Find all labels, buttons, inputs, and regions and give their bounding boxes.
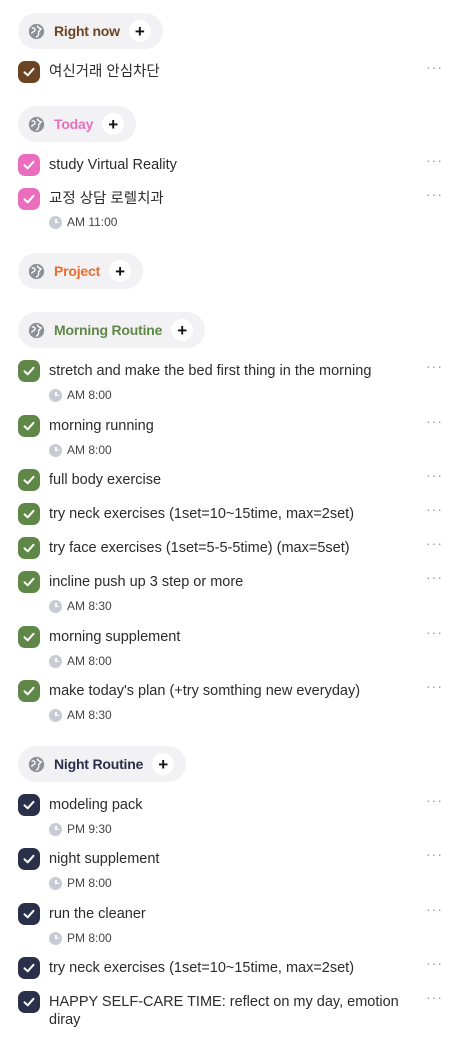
- check-icon[interactable]: [18, 680, 40, 702]
- todo-time: AM 8:00: [49, 443, 112, 457]
- more-icon[interactable]: ···: [426, 501, 443, 517]
- category-label: Night Routine: [54, 756, 144, 772]
- check-icon[interactable]: [18, 903, 40, 925]
- more-icon[interactable]: ···: [426, 846, 443, 862]
- todo-time: AM 8:00: [49, 654, 112, 668]
- check-icon[interactable]: [18, 154, 40, 176]
- todo-title[interactable]: try neck exercises (1set=10~15time, max=…: [49, 505, 404, 523]
- more-icon[interactable]: ···: [426, 358, 443, 374]
- clock-icon: [49, 931, 62, 945]
- add-todo-button[interactable]: +: [152, 753, 175, 775]
- more-icon[interactable]: ···: [426, 186, 443, 202]
- todo-time: AM 8:30: [49, 708, 112, 722]
- todo-title[interactable]: morning running: [49, 417, 404, 435]
- more-icon[interactable]: ···: [426, 467, 443, 483]
- check-icon[interactable]: [18, 991, 40, 1013]
- more-icon[interactable]: ···: [426, 901, 443, 917]
- category-label: Right now: [54, 23, 120, 39]
- todo-time: PM 8:00: [49, 931, 112, 945]
- more-icon[interactable]: ···: [426, 535, 443, 551]
- more-icon[interactable]: ···: [426, 152, 443, 168]
- more-icon[interactable]: ···: [426, 624, 443, 640]
- clock-icon: [49, 215, 62, 229]
- todo-title[interactable]: HAPPY SELF-CARE TIME: reflect on my day,…: [49, 993, 404, 1029]
- more-icon[interactable]: ···: [426, 569, 443, 585]
- globe-icon: [28, 756, 45, 773]
- globe-icon: [28, 23, 45, 40]
- more-icon[interactable]: ···: [426, 678, 443, 694]
- more-icon[interactable]: ···: [426, 955, 443, 971]
- check-icon[interactable]: [18, 415, 40, 437]
- more-icon[interactable]: ···: [426, 792, 443, 808]
- category-project[interactable]: Project +: [18, 253, 144, 289]
- check-icon[interactable]: [18, 503, 40, 525]
- add-todo-button[interactable]: +: [102, 113, 125, 135]
- todo-time: AM 11:00: [49, 215, 117, 229]
- check-icon[interactable]: [18, 794, 40, 816]
- todo-title[interactable]: make today's plan (+try somthing new eve…: [49, 682, 404, 700]
- check-icon[interactable]: [18, 469, 40, 491]
- more-icon[interactable]: ···: [426, 59, 443, 75]
- check-icon[interactable]: [18, 188, 40, 210]
- check-icon[interactable]: [18, 848, 40, 870]
- todo-title[interactable]: 교정 상담 로렐치과: [49, 190, 404, 208]
- todo-title[interactable]: incline push up 3 step or more: [49, 573, 404, 591]
- check-icon[interactable]: [18, 626, 40, 648]
- todo-title[interactable]: try face exercises (1set=5-5-5time) (max…: [49, 539, 404, 557]
- more-icon[interactable]: ···: [426, 989, 443, 1005]
- todo-time: PM 9:30: [49, 822, 112, 836]
- category-night-routine[interactable]: Night Routine +: [18, 746, 187, 782]
- todo-title[interactable]: night supplement: [49, 850, 404, 868]
- clock-icon: [49, 822, 62, 836]
- more-icon[interactable]: ···: [426, 413, 443, 429]
- globe-icon: [28, 116, 45, 133]
- check-icon[interactable]: [18, 537, 40, 559]
- check-icon[interactable]: [18, 360, 40, 382]
- globe-icon: [28, 263, 45, 280]
- todo-title[interactable]: modeling pack: [49, 796, 404, 814]
- todo-title[interactable]: morning supplement: [49, 628, 404, 646]
- clock-icon: [49, 654, 62, 668]
- category-morning-routine[interactable]: Morning Routine +: [18, 312, 206, 348]
- clock-icon: [49, 388, 62, 402]
- category-today[interactable]: Today +: [18, 106, 137, 142]
- add-todo-button[interactable]: +: [109, 260, 132, 282]
- todo-time: PM 8:00: [49, 876, 112, 890]
- todo-title[interactable]: run the cleaner: [49, 905, 404, 923]
- clock-icon: [49, 599, 62, 613]
- todo-title[interactable]: 여신거래 안심차단: [49, 63, 404, 81]
- category-label: Morning Routine: [54, 322, 163, 338]
- check-icon[interactable]: [18, 571, 40, 593]
- add-todo-button[interactable]: +: [171, 319, 194, 341]
- todo-time: AM 8:30: [49, 599, 112, 613]
- todo-time: AM 8:00: [49, 388, 112, 402]
- category-label: Today: [54, 116, 94, 132]
- clock-icon: [49, 708, 62, 722]
- add-todo-button[interactable]: +: [128, 20, 151, 42]
- category-right-now[interactable]: Right now +: [18, 13, 163, 49]
- check-icon[interactable]: [18, 61, 40, 83]
- clock-icon: [49, 443, 62, 457]
- todo-title[interactable]: stretch and make the bed first thing in …: [49, 362, 404, 380]
- todo-title[interactable]: try neck exercises (1set=10~15time, max=…: [49, 959, 404, 977]
- category-label: Project: [54, 263, 101, 279]
- check-icon[interactable]: [18, 957, 40, 979]
- todo-title[interactable]: study Virtual Reality: [49, 156, 404, 174]
- todo-title[interactable]: full body exercise: [49, 471, 404, 489]
- globe-icon: [28, 322, 45, 339]
- clock-icon: [49, 876, 62, 890]
